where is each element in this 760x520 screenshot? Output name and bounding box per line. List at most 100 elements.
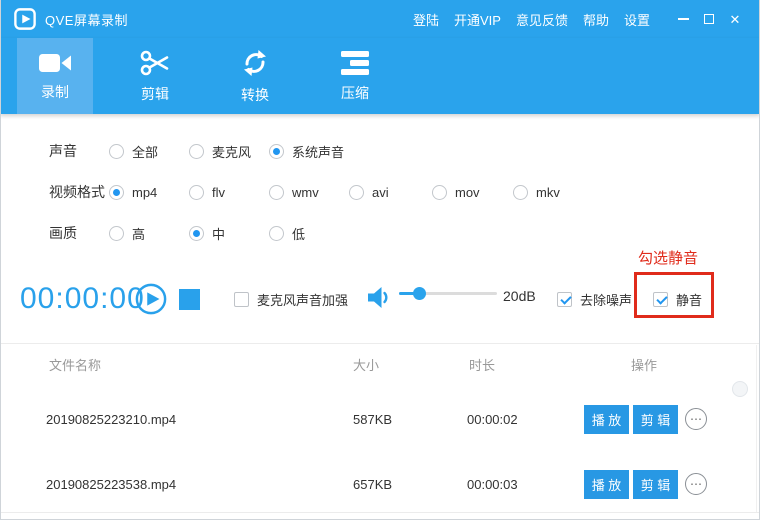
radio-quality-high-label: 高 [132,226,146,242]
radio-icon [269,225,284,241]
radio-format-wmv[interactable]: wmv [269,177,319,207]
column-header-filename: 文件名称 [49,358,102,373]
more-actions-button[interactable]: ⋯ [685,408,707,430]
mute-annotation-text: 勾选静音 [638,250,699,267]
format-row-label: 视频格式 [49,184,105,200]
radio-format-mkv[interactable]: mkv [513,177,560,207]
radio-format-mov-label: mov [455,184,480,200]
radio-checked-icon [109,184,124,200]
recording-timer: 00:00:00 [20,282,145,315]
tab-compress[interactable]: 压缩 [317,38,393,114]
mute-label: 静音 [676,292,703,308]
radio-quality-low[interactable]: 低 [269,218,305,248]
speaker-volume-icon [368,287,388,308]
file-name: 20190825223210.mp4 [46,412,177,427]
radio-format-flv-label: flv [212,184,225,200]
checkbox-checked-icon [557,291,572,307]
volume-db-value: 20dB [503,288,536,304]
slider-handle[interactable] [412,287,426,300]
radio-icon [109,143,124,159]
file-name: 20190825223538.mp4 [46,477,177,492]
login-link[interactable]: 登陆 [413,10,439,29]
radio-icon [432,184,447,200]
convert-refresh-icon [244,49,266,76]
scrollbar-track[interactable] [756,345,757,512]
radio-sound-mic[interactable]: 麦克风 [189,136,251,166]
checkbox-unchecked-icon [234,291,249,307]
file-size: 657KB [353,477,393,492]
minimize-button[interactable] [670,7,696,31]
radio-format-flv[interactable]: flv [189,177,225,207]
help-link[interactable]: 帮助 [583,10,609,29]
start-record-button[interactable] [135,283,167,315]
maximize-icon [704,14,714,24]
window-controls: ✕ [670,7,748,31]
radio-checked-icon [189,225,204,241]
bottom-border [1,512,759,513]
radio-format-avi[interactable]: avi [349,177,389,207]
settings-link[interactable]: 设置 [624,10,650,29]
radio-quality-low-label: 低 [292,226,306,242]
titlebar: QVE屏幕录制 登陆 开通VIP 意见反馈 帮助 设置 ✕ [1,0,759,38]
radio-checked-icon [269,143,284,159]
maximize-button[interactable] [696,7,722,31]
tab-edit-label: 剪辑 [141,85,169,102]
file-duration: 00:00:03 [467,477,518,492]
tab-convert[interactable]: 转换 [217,38,293,114]
radio-sound-all[interactable]: 全部 [109,136,158,166]
tab-compress-label: 压缩 [341,84,369,101]
feedback-link[interactable]: 意见反馈 [516,10,568,29]
tab-record-label: 录制 [41,83,69,100]
vip-link[interactable]: 开通VIP [454,10,501,29]
radio-quality-mid-label: 中 [212,226,226,242]
mic-boost-checkbox[interactable]: 麦克风声音加强 [234,289,348,309]
tab-edit[interactable]: 剪辑 [117,38,193,114]
tab-record[interactable]: 录制 [17,38,93,114]
radio-sound-system-label: 系统声音 [292,144,345,160]
radio-format-mkv-label: mkv [536,184,560,200]
sound-option-row: 声音 全部 麦克风 系统声音 [1,136,759,166]
ellipsis-icon: ⋯ [690,477,702,491]
radio-icon [189,184,204,200]
quality-row-label: 画质 [49,225,77,241]
quality-option-row: 画质 高 中 低 [1,218,759,248]
radio-icon [269,184,284,200]
play-file-button[interactable]: 播 放 [584,470,629,499]
close-button[interactable]: ✕ [722,7,748,31]
stop-record-button[interactable] [179,289,200,310]
radio-format-mp4[interactable]: mp4 [109,177,157,207]
file-duration: 00:00:02 [467,412,518,427]
mute-checkbox[interactable]: 静音 [653,289,702,309]
denoise-label: 去除噪声 [580,292,633,308]
play-file-button[interactable]: 播 放 [584,405,629,434]
column-header-action: 操作 [631,358,658,373]
section-divider [1,343,759,344]
edit-file-button[interactable]: 剪 辑 [633,405,678,434]
scrollbar-thumb[interactable] [732,381,748,397]
radio-icon [109,225,124,241]
radio-sound-mic-label: 麦克风 [212,144,252,160]
radio-format-mov[interactable]: mov [432,177,480,207]
scissors-icon [140,50,169,75]
ellipsis-icon: ⋯ [690,412,702,426]
app-logo-icon [14,8,36,30]
denoise-checkbox[interactable]: 去除噪声 [557,289,632,309]
radio-format-mp4-label: mp4 [132,184,158,200]
mic-boost-label: 麦克风声音加强 [257,292,349,308]
app-window: QVE屏幕录制 登陆 开通VIP 意见反馈 帮助 设置 ✕ 录制 剪辑 转换 压… [0,0,760,520]
app-title: QVE屏幕录制 [45,12,128,28]
column-header-duration: 时长 [469,358,496,373]
main-tabbar: 录制 剪辑 转换 压缩 [1,38,759,114]
close-icon: ✕ [729,11,741,27]
radio-quality-mid[interactable]: 中 [189,218,225,248]
radio-sound-system[interactable]: 系统声音 [269,136,344,166]
radio-icon [189,143,204,159]
more-actions-button[interactable]: ⋯ [685,473,707,495]
camera-icon [39,53,71,72]
edit-file-button[interactable]: 剪 辑 [633,470,678,499]
radio-quality-high[interactable]: 高 [109,218,145,248]
sound-row-label: 声音 [49,143,77,159]
volume-slider[interactable] [399,284,497,302]
radio-format-avi-label: avi [372,184,389,200]
radio-format-wmv-label: wmv [292,184,319,200]
